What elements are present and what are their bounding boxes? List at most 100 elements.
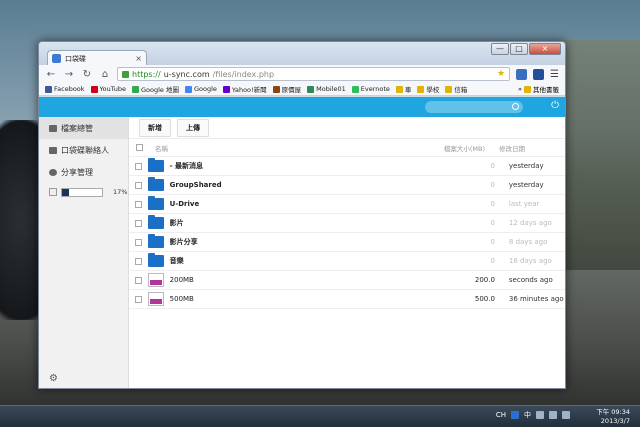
bookmark-item[interactable]: YouTube: [90, 85, 126, 93]
row-checkbox[interactable]: [135, 181, 143, 189]
bookmark-item[interactable]: Google: [184, 85, 217, 93]
bookmark-item[interactable]: 信箱: [445, 84, 467, 94]
browser-tab[interactable]: 口袋碟 ×: [47, 50, 147, 66]
ime-icon[interactable]: [511, 411, 519, 419]
folder-icon: [524, 85, 531, 93]
bookmark-item[interactable]: Mobile01: [307, 85, 346, 93]
bookmark-item[interactable]: Evernote: [351, 85, 390, 93]
logout-icon[interactable]: ⏻: [551, 100, 559, 111]
bookmark-favicon-icon: [351, 85, 359, 93]
file-size: 500.0: [474, 295, 495, 303]
row-checkbox[interactable]: [135, 162, 143, 170]
file-name[interactable]: - 最新消息: [170, 161, 354, 171]
bookmark-label: YouTube: [99, 85, 126, 93]
download-extension-icon[interactable]: [533, 68, 545, 80]
bookmark-item[interactable]: Facebook: [45, 85, 85, 93]
file-modified-date: yesterday: [508, 181, 544, 189]
file-name[interactable]: 影片: [170, 218, 354, 228]
back-button[interactable]: ←: [45, 69, 57, 80]
bookmark-favicon-icon: [395, 85, 403, 93]
size-column-header[interactable]: 檔案大小(MB): [339, 143, 499, 153]
upload-button[interactable]: 上傳: [177, 118, 209, 137]
file-name[interactable]: U-Drive: [170, 200, 354, 208]
sidebar-item-label: 分享管理: [61, 167, 93, 177]
file-name[interactable]: 200MB: [170, 276, 354, 284]
browser-toolbar: ← → ↻ ⌂ https://u-sync.com/files/index.p…: [39, 65, 565, 83]
sidebar-item-share-management[interactable]: 分享管理: [39, 161, 128, 183]
bookmark-favicon-icon: [417, 85, 425, 93]
ime-language[interactable]: CH: [496, 411, 506, 419]
row-checkbox[interactable]: [135, 219, 143, 227]
lock-icon: [122, 70, 129, 78]
file-rows: - 最新消息 0 yesterday GroupShared 0 yesterday U-D…: [129, 157, 565, 309]
desktop-wallpaper-trees: [560, 40, 640, 270]
sidebar-item-file-manager[interactable]: 檔案總管: [39, 117, 128, 139]
row-checkbox[interactable]: [135, 200, 143, 208]
bookmark-star-icon[interactable]: ★: [497, 69, 505, 79]
gear-icon[interactable]: ⚙: [49, 373, 58, 384]
file-name[interactable]: 音樂: [170, 256, 354, 266]
search-icon: [512, 103, 519, 110]
bookmark-item[interactable]: 原價屋: [272, 84, 301, 94]
flag-icon[interactable]: [536, 411, 544, 419]
bookmark-item[interactable]: Google 地圖: [131, 84, 179, 94]
extension-icon[interactable]: [516, 68, 528, 80]
file-browser: 新增 上傳 名稱 檔案大小(MB) 修改日期 - 最新消息 0 yesterday G…: [129, 117, 565, 388]
search-input[interactable]: [425, 101, 523, 113]
clock-time: 下午 09:34: [596, 408, 630, 416]
tab-close-icon[interactable]: ×: [135, 54, 142, 63]
contacts-icon: [49, 146, 57, 154]
bookmark-label: Facebook: [54, 85, 85, 93]
file-size: 0: [490, 257, 495, 265]
bookmark-item[interactable]: Yahoo!新聞: [222, 84, 267, 94]
table-row[interactable]: 200MB 200.0 seconds ago: [129, 271, 565, 290]
minimize-button[interactable]: —: [491, 43, 509, 55]
network-icon[interactable]: [549, 411, 557, 419]
file-name[interactable]: GroupShared: [170, 181, 354, 189]
bookmark-item[interactable]: 學校: [417, 84, 439, 94]
row-checkbox[interactable]: [135, 276, 143, 284]
address-bar[interactable]: https://u-sync.com/files/index.php ★: [117, 67, 511, 81]
home-button[interactable]: ⌂: [99, 69, 111, 80]
storage-quota: 17%: [39, 183, 128, 201]
clock[interactable]: 下午 09:34 2013/3/7: [596, 408, 630, 426]
bookmark-favicon-icon: [90, 85, 98, 93]
close-window-button[interactable]: ×: [529, 43, 561, 55]
file-name[interactable]: 影片分享: [170, 237, 354, 247]
folder-icon: [148, 215, 165, 229]
file-size: 0: [490, 181, 495, 189]
table-row[interactable]: 500MB 500.0 36 minutes ago: [129, 290, 565, 309]
new-button[interactable]: 新增: [139, 118, 171, 137]
menu-icon[interactable]: ☰: [550, 69, 559, 80]
file-name[interactable]: 500MB: [170, 295, 354, 303]
name-column-header[interactable]: 名稱: [149, 143, 339, 153]
bookmark-favicon-icon: [445, 85, 453, 93]
ime-mode[interactable]: 中: [524, 410, 531, 420]
folder-icon: [148, 158, 165, 172]
bookmarks-overflow-icon[interactable]: »: [518, 85, 522, 93]
bookmark-favicon-icon: [272, 85, 280, 93]
date-column-header[interactable]: 修改日期: [499, 143, 559, 153]
row-checkbox[interactable]: [135, 295, 143, 303]
sidebar-item-contacts[interactable]: 口袋碟聯絡人: [39, 139, 128, 161]
bookmark-item[interactable]: 車: [395, 84, 411, 94]
file-size: 0: [490, 219, 495, 227]
file-modified-date: last year: [508, 200, 540, 208]
select-all-checkbox[interactable]: [135, 144, 143, 151]
volume-icon[interactable]: [562, 411, 570, 419]
forward-button[interactable]: →: [63, 69, 75, 80]
table-row[interactable]: - 最新消息 0 yesterday: [129, 157, 565, 176]
table-row[interactable]: 影片 0 12 days ago: [129, 214, 565, 233]
other-bookmarks[interactable]: » 其他書籤: [518, 84, 559, 94]
reload-button[interactable]: ↻: [81, 69, 93, 80]
file-modified-date: yesterday: [508, 162, 544, 170]
table-row[interactable]: 音樂 0 16 days ago: [129, 252, 565, 271]
table-row[interactable]: U-Drive 0 last year: [129, 195, 565, 214]
folder-icon: [148, 253, 165, 267]
table-row[interactable]: GroupShared 0 yesterday: [129, 176, 565, 195]
bookmark-favicon-icon: [45, 85, 52, 93]
maximize-button[interactable]: □: [510, 43, 528, 55]
row-checkbox[interactable]: [135, 257, 143, 265]
table-row[interactable]: 影片分享 0 8 days ago: [129, 233, 565, 252]
row-checkbox[interactable]: [135, 238, 143, 246]
